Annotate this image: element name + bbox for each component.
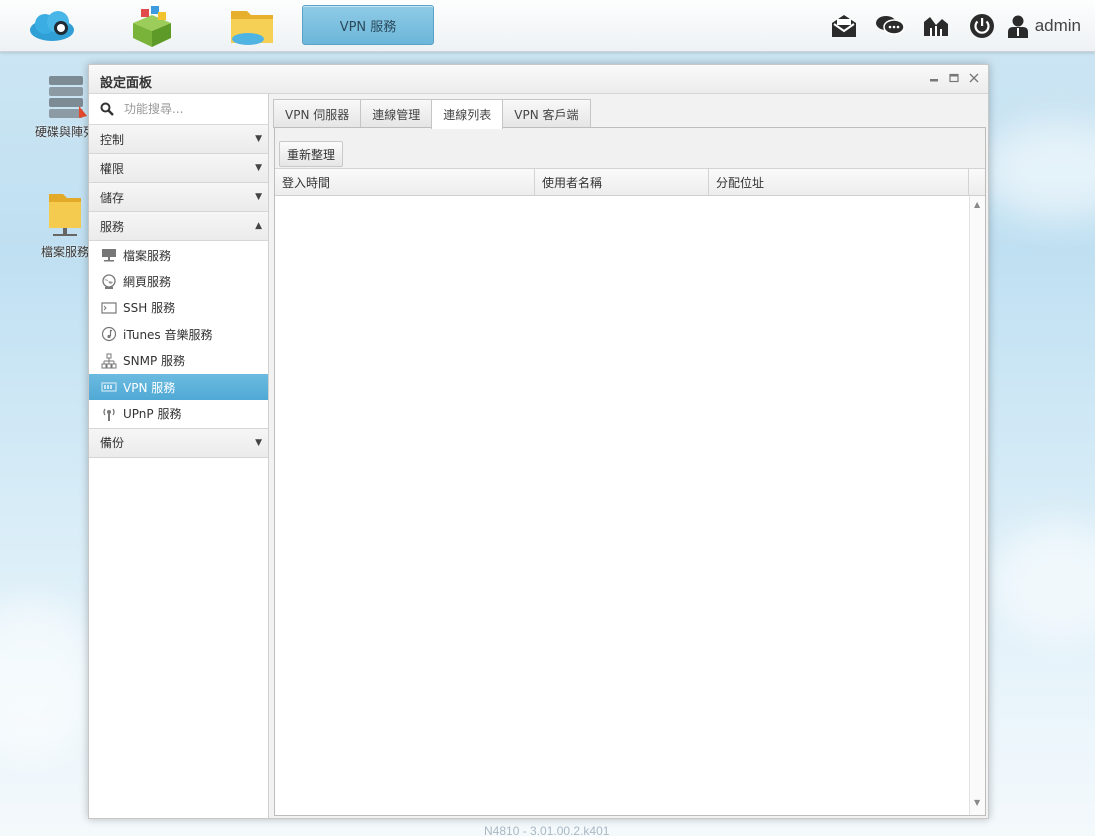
connection-list-panel: 重新整理 登入時間 使用者名稱 分配位址 ▲ ▼ [274, 127, 986, 816]
cloud-decoration [0, 600, 100, 760]
tab-connection-management[interactable]: 連線管理 [360, 99, 433, 128]
settings-window: 設定面板 控制 ▼ 權限 ▼ 儲存 ▼ [88, 64, 989, 819]
vpn-icon [101, 379, 117, 395]
column-login-time[interactable]: 登入時間 [275, 169, 535, 196]
category-label: 權限 [100, 161, 125, 176]
tab-vpn-server[interactable]: VPN 伺服器 [273, 99, 362, 128]
category-services[interactable]: 服務 ▲ [89, 212, 268, 241]
sidebar-item-vpn-service[interactable]: VPN 服務 [89, 373, 268, 401]
chevron-down-icon: ▼ [255, 437, 262, 448]
sidebar-item-label: SSH 服務 [123, 301, 176, 316]
sidebar-item-label: VPN 服務 [123, 380, 176, 395]
category-control[interactable]: 控制 ▼ [89, 125, 268, 154]
category-backup[interactable]: 備份 ▼ [89, 428, 268, 458]
sidebar-item-label: SNMP 服務 [123, 354, 185, 369]
panel-toolbar: 重新整理 [275, 128, 985, 169]
category-label: 服務 [100, 219, 125, 234]
sidebar-item-web-service[interactable]: 網頁服務 [89, 268, 268, 294]
chevron-up-icon: ▲ [255, 221, 262, 231]
power-icon[interactable] [959, 9, 1005, 43]
vertical-scrollbar[interactable]: ▲ ▼ [969, 196, 985, 815]
grid-header: 登入時間 使用者名稱 分配位址 [275, 169, 985, 196]
category-label: 控制 [100, 132, 125, 147]
category-label: 儲存 [100, 190, 125, 205]
cloud-decoration [980, 120, 1095, 220]
sidebar-search [89, 94, 268, 125]
sidebar-item-snmp-service[interactable]: SNMP 服務 [89, 348, 268, 374]
web-service-icon [101, 273, 117, 290]
tab-bar: VPN 伺服器 連線管理 連線列表 VPN 客戶端 [273, 99, 591, 129]
file-service-icon [49, 194, 81, 236]
maximize-button[interactable] [947, 71, 960, 85]
search-input[interactable] [124, 102, 254, 116]
scroll-up-icon[interactable]: ▲ [974, 200, 980, 209]
taskbar-right: admin [821, 9, 1081, 43]
chat-icon[interactable] [867, 9, 913, 43]
app-store-icon[interactable] [126, 4, 178, 48]
services-list: 檔案服務 網頁服務 SSH 服務 iTunes 音樂服務 SNMP 服務 VPN… [89, 241, 268, 429]
network-tree-icon [101, 353, 117, 369]
file-service-icon [101, 247, 117, 263]
chevron-down-icon: ▼ [255, 134, 262, 144]
chevron-down-icon: ▼ [255, 163, 262, 173]
taskbar-vpn-service-button[interactable]: VPN 服務 [302, 5, 434, 45]
sidebar-item-ssh-service[interactable]: SSH 服務 [89, 295, 268, 321]
settings-sidebar: 控制 ▼ 權限 ▼ 儲存 ▼ 服務 ▲ 檔案服務 [89, 94, 269, 818]
user-icon[interactable] [1005, 9, 1031, 43]
chevron-down-icon: ▼ [255, 192, 262, 202]
column-assigned-address[interactable]: 分配位址 [709, 169, 969, 196]
cloud-app-icon[interactable] [26, 4, 78, 48]
taskbar: VPN 服務 admin [0, 0, 1095, 52]
category-label: 備份 [100, 436, 125, 451]
window-title: 設定面板 [100, 76, 153, 91]
category-permission[interactable]: 權限 ▼ [89, 154, 268, 183]
version-footer: N4810 - 3.01.00.2.k401 [484, 824, 610, 836]
category-storage[interactable]: 儲存 ▼ [89, 183, 268, 212]
sidebar-item-file-service[interactable]: 檔案服務 [89, 242, 268, 268]
tab-vpn-client[interactable]: VPN 客戶端 [502, 99, 591, 128]
sidebar-item-label: iTunes 音樂服務 [123, 327, 213, 342]
sidebar-item-itunes-service[interactable]: iTunes 音樂服務 [89, 321, 268, 347]
disk-array-icon [49, 76, 87, 118]
tab-connection-list[interactable]: 連線列表 [431, 99, 504, 129]
window-titlebar[interactable]: 設定面板 [89, 65, 988, 94]
column-username[interactable]: 使用者名稱 [535, 169, 709, 196]
sidebar-item-label: 網頁服務 [123, 275, 172, 290]
mail-icon[interactable] [821, 9, 867, 43]
close-button[interactable] [967, 71, 980, 85]
sidebar-item-label: UPnP 服務 [123, 407, 182, 422]
grid-body: ▲ ▼ [275, 196, 985, 815]
minimize-button[interactable] [927, 71, 940, 85]
refresh-button[interactable]: 重新整理 [279, 141, 344, 167]
sidebar-item-upnp-service[interactable]: UPnP 服務 [89, 400, 268, 426]
settings-content: VPN 伺服器 連線管理 連線列表 VPN 客戶端 重新整理 登入時間 使用者名… [270, 94, 988, 818]
file-manager-icon[interactable] [226, 4, 278, 48]
search-icon [100, 102, 114, 116]
cloud-decoration [990, 520, 1095, 640]
monitor-icon[interactable] [913, 9, 959, 43]
music-icon [101, 326, 117, 342]
username-label[interactable]: admin [1035, 16, 1081, 36]
antenna-icon [101, 406, 117, 422]
column-spacer [969, 169, 985, 196]
scroll-down-icon[interactable]: ▼ [974, 798, 980, 807]
sidebar-item-label: 檔案服務 [123, 248, 172, 263]
terminal-icon [101, 300, 117, 316]
